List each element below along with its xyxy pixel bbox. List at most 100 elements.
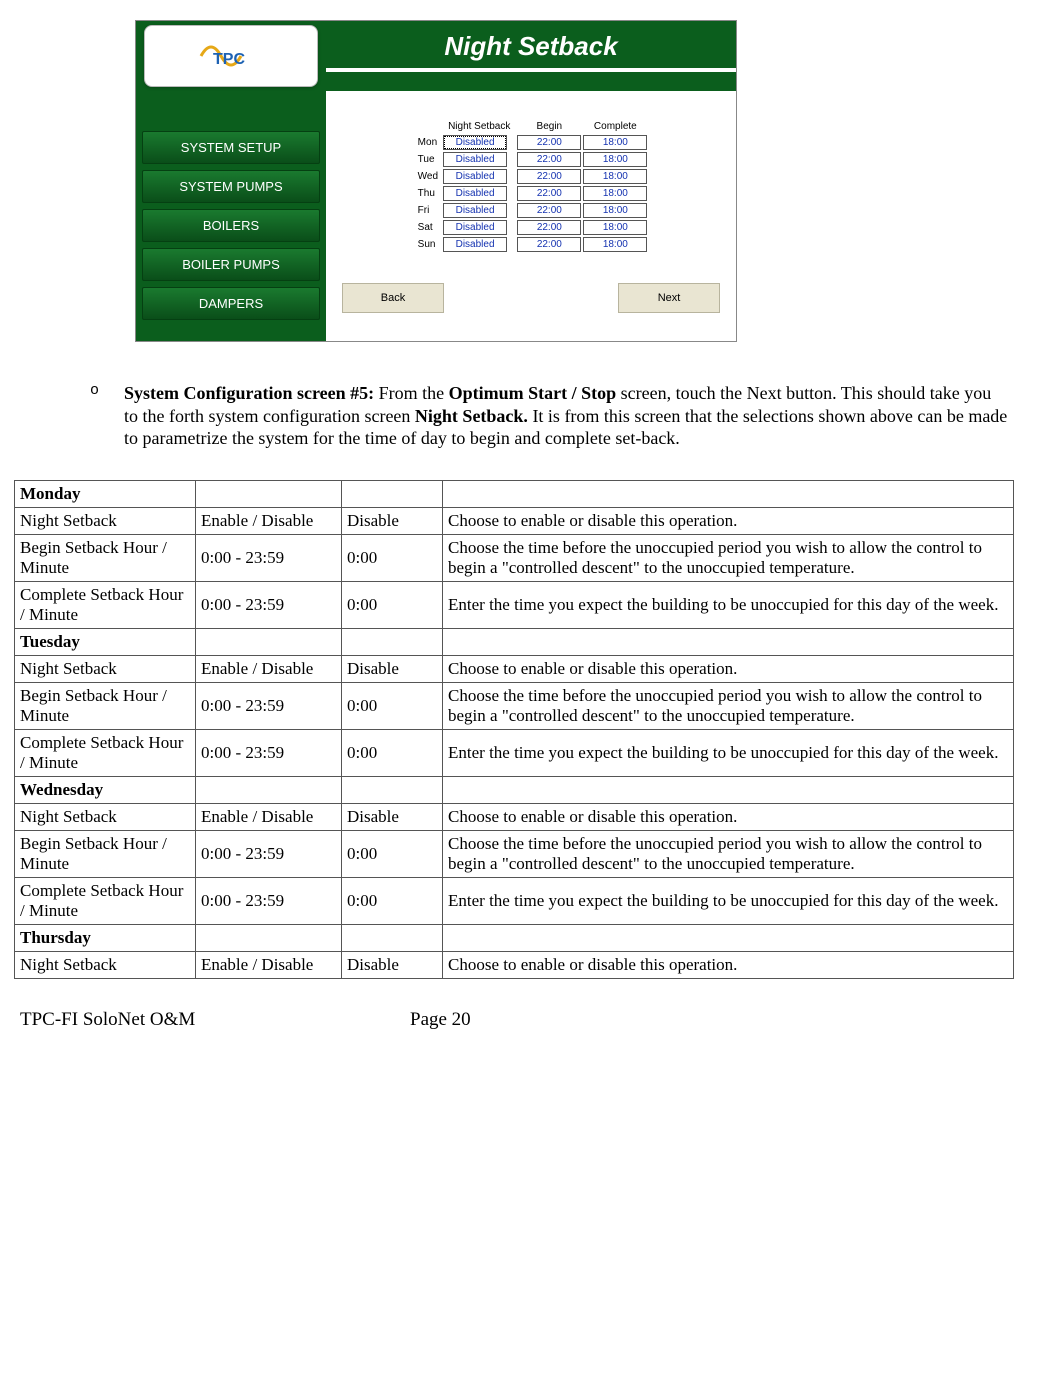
param-name: Begin Setback Hour / Minute xyxy=(15,534,196,581)
param-desc: Enter the time you expect the building t… xyxy=(443,729,1014,776)
next-button[interactable]: Next xyxy=(618,283,720,313)
param-name: Night Setback xyxy=(15,951,196,978)
table-row: Complete Setback Hour / Minute0:00 - 23:… xyxy=(15,581,1014,628)
param-default: 0:00 xyxy=(342,729,443,776)
param-range: 0:00 - 23:59 xyxy=(196,581,342,628)
param-range: 0:00 - 23:59 xyxy=(196,877,342,924)
complete-field[interactable]: 18:00 xyxy=(583,186,647,201)
param-name: Night Setback xyxy=(15,803,196,830)
begin-field[interactable]: 22:00 xyxy=(517,152,581,167)
sidebar-item-boiler-pumps[interactable]: BOILER PUMPS xyxy=(142,248,320,281)
param-name: Night Setback xyxy=(15,507,196,534)
param-desc: Choose the time before the unoccupied pe… xyxy=(443,682,1014,729)
begin-field[interactable]: 22:00 xyxy=(517,220,581,235)
complete-field[interactable]: 18:00 xyxy=(583,220,647,235)
table-row: Begin Setback Hour / Minute0:00 - 23:590… xyxy=(15,830,1014,877)
config-table: MondayNight SetbackEnable / DisableDisab… xyxy=(14,480,1014,979)
param-desc: Choose the time before the unoccupied pe… xyxy=(443,534,1014,581)
begin-field[interactable]: 22:00 xyxy=(517,203,581,218)
col-complete: Complete xyxy=(582,121,648,134)
param-name: Begin Setback Hour / Minute xyxy=(15,830,196,877)
day-label: Fri xyxy=(414,202,442,219)
col-night-setback: Night Setback xyxy=(442,121,516,134)
param-desc: Choose to enable or disable this operati… xyxy=(443,803,1014,830)
screen-title: Night Setback xyxy=(326,21,736,72)
param-desc: Enter the time you expect the building t… xyxy=(443,581,1014,628)
sidebar-item-dampers[interactable]: DAMPERS xyxy=(142,287,320,320)
param-name: Complete Setback Hour / Minute xyxy=(15,581,196,628)
param-name: Night Setback xyxy=(15,655,196,682)
col-begin: Begin xyxy=(516,121,582,134)
footer-page: Page 20 xyxy=(410,1009,471,1031)
ns-field[interactable]: Disabled xyxy=(443,237,507,252)
param-desc: Choose to enable or disable this operati… xyxy=(443,951,1014,978)
begin-field[interactable]: 22:00 xyxy=(517,169,581,184)
table-row: Begin Setback Hour / Minute0:00 - 23:590… xyxy=(15,534,1014,581)
night-setback-screenshot: TPC Night Setback SYSTEM SETUP SYSTEM PU… xyxy=(135,20,737,342)
table-row: Night SetbackEnable / DisableDisableChoo… xyxy=(15,507,1014,534)
table-row: Night SetbackEnable / DisableDisableChoo… xyxy=(15,655,1014,682)
table-row: Night SetbackEnable / DisableDisableChoo… xyxy=(15,951,1014,978)
param-default: 0:00 xyxy=(342,534,443,581)
param-name: Complete Setback Hour / Minute xyxy=(15,729,196,776)
list-bullet: o xyxy=(90,382,124,450)
param-default: 0:00 xyxy=(342,682,443,729)
ns-field[interactable]: Disabled xyxy=(443,152,507,167)
begin-field[interactable]: 22:00 xyxy=(517,135,581,150)
begin-field[interactable]: 22:00 xyxy=(517,186,581,201)
complete-field[interactable]: 18:00 xyxy=(583,135,647,150)
ns-field[interactable]: Disabled xyxy=(443,135,507,150)
complete-field[interactable]: 18:00 xyxy=(583,237,647,252)
day-label: Sun xyxy=(414,236,442,253)
param-range: 0:00 - 23:59 xyxy=(196,729,342,776)
param-range: Enable / Disable xyxy=(196,803,342,830)
param-desc: Choose the time before the unoccupied pe… xyxy=(443,830,1014,877)
day-header: Tuesday xyxy=(15,628,196,655)
page-footer: TPC-FI SoloNet O&M Page 20 xyxy=(20,1009,1018,1031)
param-default: Disable xyxy=(342,803,443,830)
complete-field[interactable]: 18:00 xyxy=(583,169,647,184)
ns-field[interactable]: Disabled xyxy=(443,169,507,184)
table-row: Night SetbackEnable / DisableDisableChoo… xyxy=(15,803,1014,830)
complete-field[interactable]: 18:00 xyxy=(583,152,647,167)
back-button[interactable]: Back xyxy=(342,283,444,313)
ns-field[interactable]: Disabled xyxy=(443,220,507,235)
param-default: 0:00 xyxy=(342,830,443,877)
param-range: 0:00 - 23:59 xyxy=(196,534,342,581)
day-header: Thursday xyxy=(15,924,196,951)
param-range: Enable / Disable xyxy=(196,655,342,682)
tpc-logo: TPC xyxy=(144,25,318,87)
sidebar: SYSTEM SETUP SYSTEM PUMPS BOILERS BOILER… xyxy=(136,91,326,341)
param-default: Disable xyxy=(342,507,443,534)
sidebar-item-system-setup[interactable]: SYSTEM SETUP xyxy=(142,131,320,164)
day-label: Mon xyxy=(414,134,442,151)
table-row: Complete Setback Hour / Minute0:00 - 23:… xyxy=(15,877,1014,924)
ns-field[interactable]: Disabled xyxy=(443,186,507,201)
sidebar-item-system-pumps[interactable]: SYSTEM PUMPS xyxy=(142,170,320,203)
bold-3: Night Setback. xyxy=(415,406,528,426)
day-label: Wed xyxy=(414,168,442,185)
table-row: Begin Setback Hour / Minute0:00 - 23:590… xyxy=(15,682,1014,729)
schedule-grid: Night Setback Begin Complete MonDisabled… xyxy=(414,121,649,253)
day-label: Tue xyxy=(414,151,442,168)
table-row: Complete Setback Hour / Minute0:00 - 23:… xyxy=(15,729,1014,776)
param-default: Disable xyxy=(342,655,443,682)
param-name: Begin Setback Hour / Minute xyxy=(15,682,196,729)
bold-2: Optimum Start / Stop xyxy=(449,383,617,403)
paragraph: o System Configuration screen #5: From t… xyxy=(30,382,1008,450)
footer-left: TPC-FI SoloNet O&M xyxy=(20,1009,410,1031)
param-range: 0:00 - 23:59 xyxy=(196,682,342,729)
begin-field[interactable]: 22:00 xyxy=(517,237,581,252)
day-label: Sat xyxy=(414,219,442,236)
day-header: Monday xyxy=(15,480,196,507)
param-desc: Choose to enable or disable this operati… xyxy=(443,507,1014,534)
bold-1: System Configuration screen #5: xyxy=(124,383,374,403)
complete-field[interactable]: 18:00 xyxy=(583,203,647,218)
ns-field[interactable]: Disabled xyxy=(443,203,507,218)
svg-text:TPC: TPC xyxy=(213,51,245,68)
param-desc: Enter the time you expect the building t… xyxy=(443,877,1014,924)
param-range: 0:00 - 23:59 xyxy=(196,830,342,877)
param-name: Complete Setback Hour / Minute xyxy=(15,877,196,924)
param-range: Enable / Disable xyxy=(196,951,342,978)
sidebar-item-boilers[interactable]: BOILERS xyxy=(142,209,320,242)
